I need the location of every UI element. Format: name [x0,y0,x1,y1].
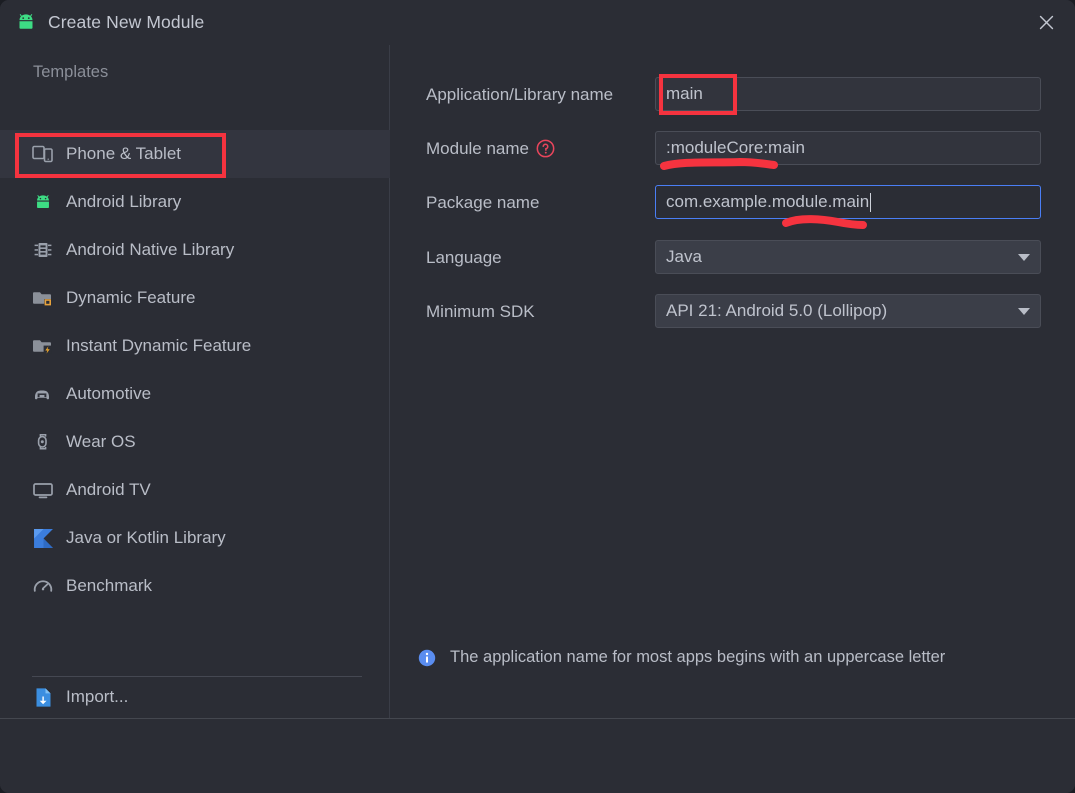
language-select[interactable]: Java [655,240,1041,274]
language-value: Java [666,247,702,267]
phone-tablet-icon [30,144,56,164]
language-label: Language [426,248,502,268]
sidebar-item-label: Android TV [66,480,151,500]
app-name-input[interactable]: main [655,77,1041,111]
sidebar-item-label: Import... [66,687,128,707]
dialog-body: Templates Phone & Tablet [0,45,1075,718]
sidebar-item-label: Instant Dynamic Feature [66,336,251,356]
sidebar-item-label: Android Library [66,192,181,212]
tv-icon [30,480,56,500]
module-config-form: Application/Library name main Module nam… [390,45,1074,718]
sidebar-item-java-or-kotlin-library[interactable]: Java or Kotlin Library [0,514,390,562]
kotlin-logo-icon [30,528,56,549]
car-icon [30,384,56,404]
module-name-value: :moduleCore:main [666,138,805,158]
templates-sidebar: Templates Phone & Tablet [0,45,390,718]
sidebar-item-benchmark[interactable]: Benchmark [0,562,390,610]
package-name-value: com.example.module.main [666,192,869,212]
minimum-sdk-value: API 21: Android 5.0 (Lollipop) [666,301,887,321]
import-file-icon [30,687,56,708]
dialog-title: Create New Module [48,12,204,33]
sidebar-item-android-tv[interactable]: Android TV [0,466,390,514]
sidebar-item-label: Benchmark [66,576,152,596]
info-message-text: The application name for most apps begin… [450,648,945,667]
create-new-module-dialog: Create New Module Templates Phone & Ta [0,0,1075,793]
chevron-down-icon [1018,254,1030,261]
package-name-label: Package name [426,193,539,213]
text-cursor [870,193,871,212]
sidebar-item-label: Java or Kotlin Library [66,528,226,548]
dialog-footer: Previous Next Cancel Finish [0,719,1075,793]
module-name-label: Module name [426,139,529,159]
sidebar-item-import[interactable]: Import... [0,673,390,721]
templates-heading: Templates [33,63,108,82]
sidebar-item-label: Android Native Library [66,240,234,260]
android-robot-icon [14,11,38,35]
close-icon[interactable] [1017,0,1075,45]
folder-module-icon [30,288,56,308]
sidebar-item-phone-tablet[interactable]: Phone & Tablet [0,130,390,178]
folder-lightning-icon [30,336,56,356]
module-name-input[interactable]: :moduleCore:main [655,131,1041,165]
package-name-input[interactable]: com.example.module.main [655,185,1041,219]
info-message-row: The application name for most apps begin… [418,648,945,667]
info-circle-icon [418,649,436,667]
sidebar-item-dynamic-feature[interactable]: Dynamic Feature [0,274,390,322]
app-name-value: main [666,84,703,104]
title-bar: Create New Module [0,0,1075,45]
chevron-down-icon [1018,308,1030,315]
chip-icon [30,240,56,260]
android-robot-icon [30,192,56,212]
sidebar-item-android-native-library[interactable]: Android Native Library [0,226,390,274]
sidebar-item-label: Wear OS [66,432,136,452]
sidebar-item-label: Automotive [66,384,151,404]
minimum-sdk-label: Minimum SDK [426,302,535,322]
minimum-sdk-select[interactable]: API 21: Android 5.0 (Lollipop) [655,294,1041,328]
app-name-label: Application/Library name [426,85,613,105]
speedometer-icon [30,576,56,596]
sidebar-item-android-library[interactable]: Android Library [0,178,390,226]
sidebar-item-instant-dynamic-feature[interactable]: Instant Dynamic Feature [0,322,390,370]
sidebar-item-automotive[interactable]: Automotive [0,370,390,418]
sidebar-item-label: Dynamic Feature [66,288,195,308]
help-circle-icon[interactable] [536,139,555,158]
watch-icon [30,432,56,452]
sidebar-item-wear-os[interactable]: Wear OS [0,418,390,466]
sidebar-item-label: Phone & Tablet [66,144,181,164]
